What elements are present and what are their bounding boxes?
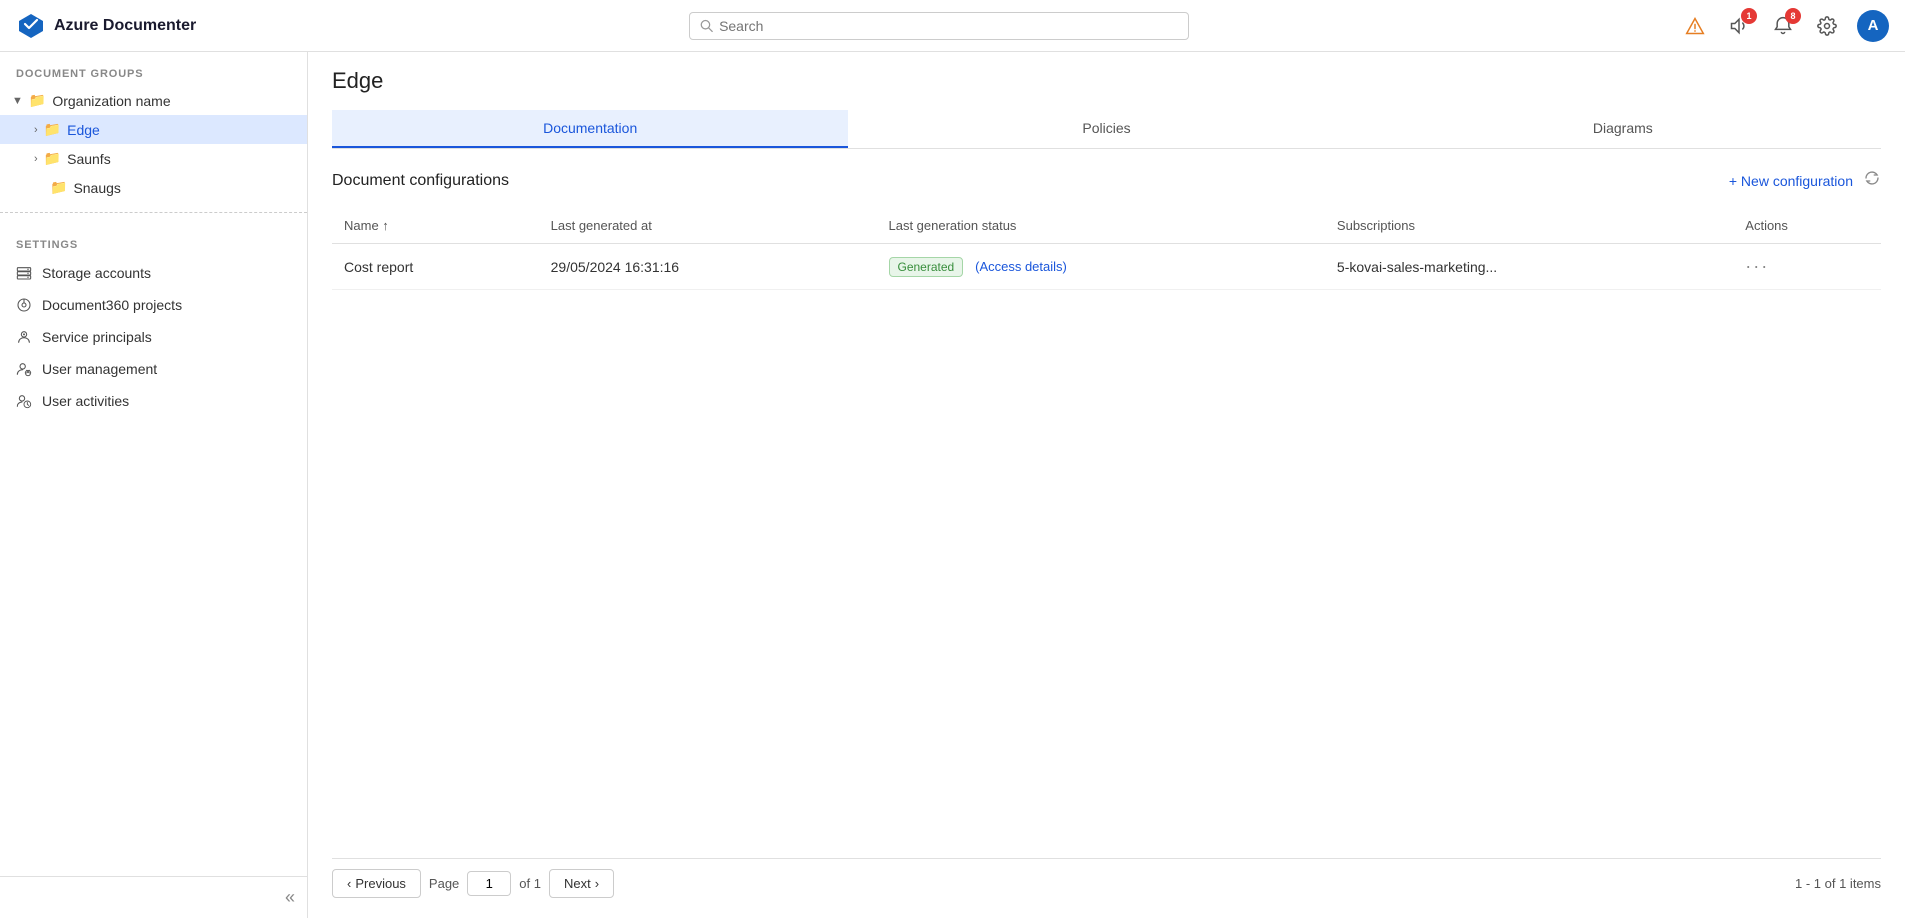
- sidebar-item-doc360[interactable]: Document360 projects: [0, 289, 307, 321]
- content-title: Document configurations: [332, 172, 509, 190]
- content-header: Document configurations + New configurat…: [332, 169, 1881, 192]
- user-mgmt-icon: [16, 361, 32, 377]
- content-area: Document configurations + New configurat…: [308, 149, 1905, 918]
- settings-button[interactable]: [1813, 12, 1841, 40]
- page-title: Edge: [332, 68, 1881, 94]
- collapse-sidebar-button[interactable]: «: [285, 887, 295, 908]
- col-actions: Actions: [1733, 208, 1881, 244]
- items-count: 1 - 1 of 1 items: [1795, 876, 1881, 891]
- chevron-right-icon-saunfs: ›: [34, 153, 38, 165]
- of-label: of 1: [519, 876, 541, 891]
- search-input[interactable]: [719, 18, 1178, 34]
- user-activities-label: User activities: [42, 393, 129, 409]
- tab-policies[interactable]: Policies: [848, 110, 1364, 148]
- notification-button[interactable]: 8: [1769, 12, 1797, 40]
- status-badge: Generated: [889, 257, 964, 277]
- logo-icon: [16, 11, 46, 41]
- app-header: Azure Documenter 1: [0, 0, 1905, 52]
- folder-icon-saunfs: 📁: [44, 150, 61, 167]
- sidebar-item-user-mgmt[interactable]: User management: [0, 353, 307, 385]
- refresh-icon: [1863, 169, 1881, 187]
- sidebar-item-user-activities[interactable]: User activities: [0, 385, 307, 417]
- row-last-generated: 29/05/2024 16:31:16: [539, 244, 877, 290]
- col-status: Last generation status: [877, 208, 1325, 244]
- storage-label: Storage accounts: [42, 265, 151, 281]
- row-subscriptions: 5-kovai-sales-marketing...: [1325, 244, 1733, 290]
- access-details-link[interactable]: (Access details): [975, 259, 1067, 274]
- row-status: Generated (Access details): [877, 244, 1325, 290]
- document-groups-label: DOCUMENT GROUPS: [0, 52, 307, 86]
- sidebar-item-label-snaugs: Snaugs: [73, 180, 120, 196]
- main-header: Edge Documentation Policies Diagrams: [308, 52, 1905, 149]
- table-row: Cost report 29/05/2024 16:31:16 Generate…: [332, 244, 1881, 290]
- row-name: Cost report: [332, 244, 539, 290]
- user-mgmt-label: User management: [42, 361, 157, 377]
- folder-icon-edge: 📁: [44, 121, 61, 138]
- announcement-badge: 1: [1741, 8, 1757, 24]
- search-icon: [700, 19, 713, 33]
- row-actions-button[interactable]: ···: [1745, 256, 1769, 277]
- sidebar-item-snaugs[interactable]: 📁 Snaugs: [0, 173, 307, 202]
- sidebar-item-edge[interactable]: › 📁 Edge: [0, 115, 307, 144]
- gear-icon: [1817, 16, 1837, 36]
- sidebar-item-service[interactable]: Service principals: [0, 321, 307, 353]
- doc360-icon: [16, 297, 32, 313]
- page-number-input[interactable]: [467, 871, 511, 896]
- chevron-left-icon: ‹: [347, 876, 351, 891]
- folder-icon: 📁: [29, 92, 46, 109]
- chevron-down-icon: ▼: [12, 95, 23, 107]
- settings-label: SETTINGS: [0, 223, 307, 257]
- next-button[interactable]: Next ›: [549, 869, 614, 898]
- row-actions: ···: [1733, 244, 1881, 290]
- sidebar-item-saunfs[interactable]: › 📁 Saunfs: [0, 144, 307, 173]
- service-icon: [16, 329, 32, 345]
- user-activity-icon: [16, 393, 32, 409]
- app-logo: Azure Documenter: [16, 11, 196, 41]
- storage-icon: [16, 265, 32, 281]
- doc360-label: Document360 projects: [42, 297, 182, 313]
- page-label: Page: [429, 876, 459, 891]
- search-bar[interactable]: [689, 12, 1189, 40]
- sidebar-item-label-edge: Edge: [67, 122, 100, 138]
- sidebar-footer: «: [0, 876, 307, 918]
- main-content: Edge Documentation Policies Diagrams Doc…: [308, 52, 1905, 918]
- content-actions: + New configuration: [1729, 169, 1881, 192]
- chevron-right-icon: ›: [34, 124, 38, 136]
- notification-badge: 8: [1785, 8, 1801, 24]
- configurations-table: Name ↑ Last generated at Last generation…: [332, 208, 1881, 858]
- col-subscriptions: Subscriptions: [1325, 208, 1733, 244]
- service-label: Service principals: [42, 329, 152, 345]
- main-layout: DOCUMENT GROUPS ▼ 📁 Organization name › …: [0, 52, 1905, 918]
- pagination-controls: ‹ Previous Page of 1 Next ›: [332, 869, 614, 898]
- sidebar-item-storage[interactable]: Storage accounts: [0, 257, 307, 289]
- new-configuration-button[interactable]: + New configuration: [1729, 173, 1853, 189]
- chevron-right-icon: ›: [595, 876, 599, 891]
- refresh-button[interactable]: [1863, 169, 1881, 192]
- col-name: Name ↑: [332, 208, 539, 244]
- announcement-button[interactable]: 1: [1725, 12, 1753, 40]
- app-title: Azure Documenter: [54, 17, 196, 35]
- warning-icon: [1685, 16, 1705, 36]
- sidebar: DOCUMENT GROUPS ▼ 📁 Organization name › …: [0, 52, 308, 918]
- warning-button[interactable]: [1681, 12, 1709, 40]
- header-actions: 1 8 A: [1681, 10, 1889, 42]
- previous-button[interactable]: ‹ Previous: [332, 869, 421, 898]
- pagination: ‹ Previous Page of 1 Next › 1 - 1 of 1 i…: [332, 858, 1881, 898]
- tab-documentation[interactable]: Documentation: [332, 110, 848, 148]
- col-last-generated: Last generated at: [539, 208, 877, 244]
- sidebar-item-label-saunfs: Saunfs: [67, 151, 111, 167]
- folder-icon-snaugs: 📁: [50, 179, 67, 196]
- user-avatar[interactable]: A: [1857, 10, 1889, 42]
- tab-bar: Documentation Policies Diagrams: [332, 110, 1881, 149]
- sidebar-item-org[interactable]: ▼ 📁 Organization name: [0, 86, 307, 115]
- tab-diagrams[interactable]: Diagrams: [1365, 110, 1881, 148]
- sidebar-item-label-org: Organization name: [52, 93, 170, 109]
